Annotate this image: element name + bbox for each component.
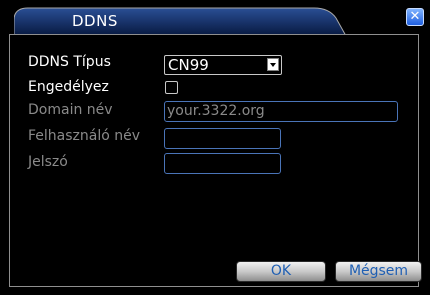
domain-label: Domain név xyxy=(28,102,113,118)
ok-button[interactable]: OK xyxy=(236,261,326,282)
dialog-title: DDNS xyxy=(72,12,118,30)
password-field[interactable] xyxy=(164,153,281,174)
ddns-type-label: DDNS Típus xyxy=(28,54,111,70)
enable-checkbox[interactable] xyxy=(165,81,178,94)
enable-label: Engedélyez xyxy=(28,79,109,95)
cancel-button[interactable]: Mégsem xyxy=(335,261,422,282)
ddns-dialog: DDNS ✕ DDNS Típus CN99 Engedélyez Domain… xyxy=(0,0,430,295)
password-label: Jelszó xyxy=(28,154,68,170)
close-button[interactable]: ✕ xyxy=(406,8,424,26)
title-tab: DDNS xyxy=(14,6,404,36)
ddns-type-select[interactable]: CN99 xyxy=(164,55,282,75)
username-field[interactable] xyxy=(164,128,281,149)
ddns-type-value: CN99 xyxy=(168,56,209,74)
domain-field[interactable]: your.3322.org xyxy=(164,101,398,122)
chevron-down-icon[interactable] xyxy=(267,58,279,71)
username-label: Felhasználó név xyxy=(28,128,141,144)
close-icon: ✕ xyxy=(409,9,421,24)
